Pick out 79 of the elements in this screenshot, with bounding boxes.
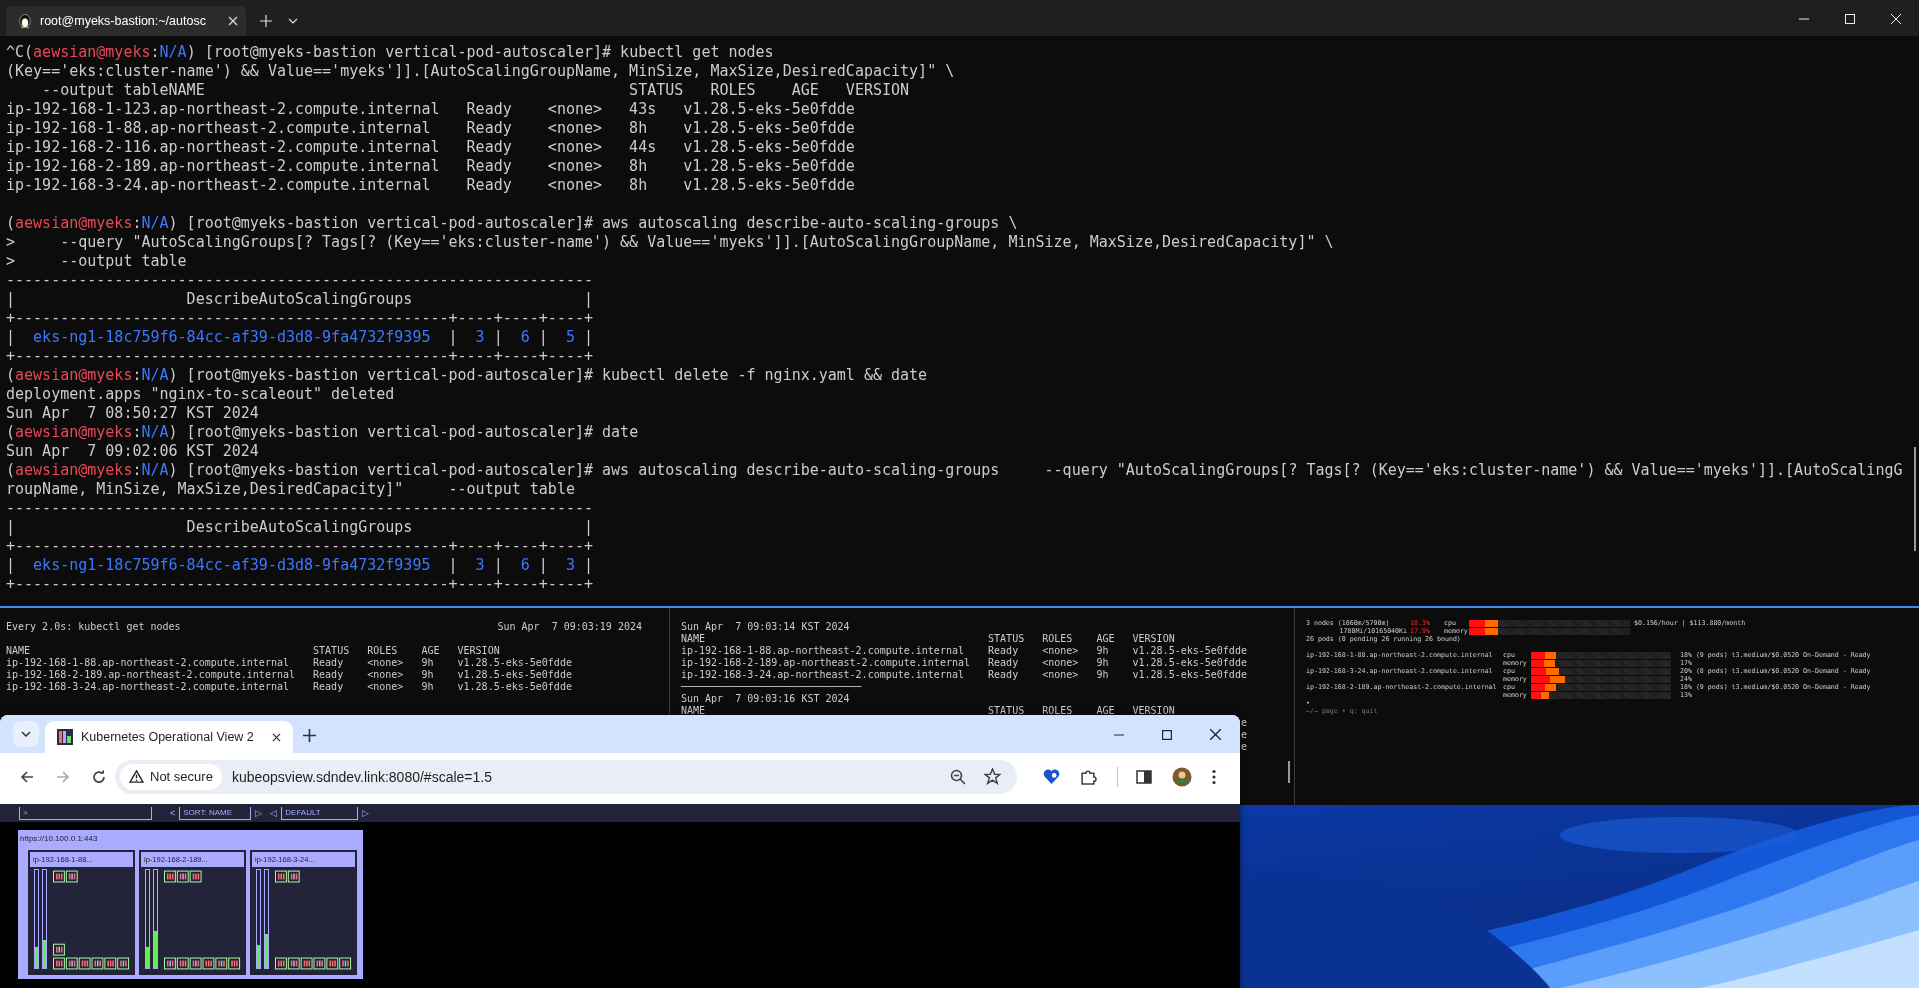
cluster-url: https://10.100.0.1:443 bbox=[20, 833, 99, 845]
security-chip[interactable]: Not secure bbox=[120, 763, 222, 790]
terminal-line: | DescribeAutoScalingGroups | bbox=[6, 518, 594, 537]
more-icon[interactable] bbox=[1212, 768, 1216, 785]
browser-tab[interactable]: Kubernetes Operational View 2 bbox=[45, 721, 293, 753]
terminal-line: ip-192-168-2-189.ap-northeast-2.compute.internal Ready <none> 9h v1.28.5-eks-5e0fdde bbox=[681, 657, 1248, 669]
terminal-line: | DescribeAutoScalingGroups | bbox=[6, 290, 594, 309]
caret-icon bbox=[21, 731, 31, 737]
terminal-line: ip-192-168-2-189.ap-northeast-2.compute.internal Ready <none> 9h v1.28.5-eks-5e0fdde bbox=[6, 669, 573, 681]
sidebar-icon[interactable] bbox=[1136, 768, 1152, 785]
terminal-line: ^C(aewsian@myeks:N/A) [root@myeks-bastion vertical-pod-autoscaler]# kubectl get nodes bbox=[6, 43, 775, 62]
next-button[interactable]: ▷ bbox=[255, 808, 263, 818]
terminal-line: +------------------------------------------------+----+----+----+ bbox=[6, 537, 594, 556]
filter-field[interactable]: > bbox=[19, 806, 152, 820]
terminal-line: NAME STATUS ROLES AGE VERSION bbox=[681, 705, 1176, 717]
terminal-line: | eks-ng1-18c759f6-84cc-af39-d3d8-9fa4732f9395 | 3 | 6 | 3 | bbox=[6, 556, 594, 575]
terminal-line: > --output table bbox=[6, 252, 188, 271]
terminal-line: ip-192-168-1-88.ap-northeast-2.compute.internal Ready <none> 9h v1.28.5-eks-5e0fdde bbox=[681, 645, 1248, 657]
tab-search-button[interactable] bbox=[13, 721, 39, 747]
terminal-line: ip-192-168-1-88.ap-northeast-2.compute.internal Ready <none> 8h v1.28.5-eks-5e0fdde bbox=[6, 119, 856, 138]
terminal-line: (aewsian@myeks:N/A) [root@myeks-bastion vertical-pod-autoscaler]# kubectl delete -f nginx.yaml && date bbox=[6, 366, 929, 385]
terminal-line: Sun Apr 7 09:03:16 KST 2024 bbox=[681, 693, 851, 705]
terminal-line: +------------------------------------------------+----+----+----+ bbox=[6, 309, 594, 328]
terminal-line: e bbox=[1240, 741, 1247, 752]
terminal-line: --output tableNAME STATUS ROLES AGE VERSION bbox=[41, 81, 911, 100]
terminal-line: e bbox=[1240, 717, 1247, 728]
heart-icon[interactable] bbox=[1043, 768, 1060, 785]
puzzle-icon[interactable] bbox=[1080, 768, 1097, 785]
terminal-tab[interactable]: root@myeks-bastion:~/autosc bbox=[6, 6, 246, 36]
terminal-line: ip-192-168-2-189.ap-northeast-2.compute.internal Ready <none> 8h v1.28.5-eks-5e0fdde bbox=[6, 157, 856, 176]
zoom-out-icon[interactable] bbox=[950, 768, 966, 785]
address-bar[interactable]: Not secure kubeopsview.sdndev.link:8080/#scale=1.5 bbox=[115, 759, 1017, 794]
next-button[interactable]: ▷ bbox=[362, 808, 370, 818]
terminal-line: (aewsian@myeks:N/A) [root@myeks-bastion vertical-pod-autoscaler]# date bbox=[6, 423, 640, 442]
terminal-line: ----------------------------------------------------------------- bbox=[6, 499, 594, 518]
watch-time: Sun Apr 7 09:03:19 2024 bbox=[497, 621, 642, 633]
terminal-line: ip-192-168-1-123.ap-northeast-2.compute.internal Ready <none> 43s v1.28.5-eks-5e0fdde bbox=[6, 100, 856, 119]
terminal-line: ip-192-168-2-116.ap-northeast-2.compute.internal Ready <none> 44s v1.28.5-eks-5e0fdde bbox=[6, 138, 856, 157]
watch-command: Every 2.0s: kubectl get nodes bbox=[6, 621, 181, 633]
penguin-icon bbox=[18, 13, 32, 29]
caret-icon[interactable] bbox=[288, 18, 298, 24]
terminal-line: deployment.apps "nginx-to-scaleout" deleted bbox=[6, 385, 396, 404]
terminal-line: > --query "AutoScalingGroups[? Tags[? (Key=='eks:cluster-name') && Value=='myeks']].[AutoScalingGroupName, MinSize, MaxSize,DesiredCapacity]" \ bbox=[6, 233, 1335, 252]
terminal-line: ip-192-168-1-88.ap-northeast-2.compute.internal Ready <none> 9h v1.28.5-eks-5e0fdde bbox=[6, 657, 573, 669]
star-icon[interactable] bbox=[984, 768, 1001, 785]
terminal-line: NAME STATUS ROLES AGE VERSION bbox=[6, 645, 501, 657]
reload-icon[interactable] bbox=[91, 768, 107, 785]
back-icon[interactable] bbox=[19, 768, 35, 785]
terminal-line: Sun Apr 7 09:02:06 KST 2024 bbox=[6, 442, 260, 461]
terminal-line: roupName, MinSize, MaxSize,DesiredCapacity]" --output table bbox=[6, 480, 576, 499]
maximize-icon[interactable] bbox=[1162, 730, 1172, 740]
terminal-line: ip-192-168-3-24.ap-northeast-2.compute.internal Ready <none> 9h v1.28.5-eks-5e0fdde bbox=[681, 669, 1248, 681]
terminal-line: NAME STATUS ROLES AGE VERSION bbox=[681, 633, 1176, 645]
terminal-line: e bbox=[1240, 729, 1247, 740]
scrollbar[interactable] bbox=[1914, 447, 1916, 551]
warning-icon bbox=[129, 770, 144, 783]
separator-line: ────────────────────────────── bbox=[681, 681, 862, 692]
terminal-line: ip-192-168-3-24.ap-northeast-2.compute.internal Ready <none> 8h v1.28.5-eks-5e0fdde bbox=[6, 176, 856, 195]
sort-field[interactable]: SORT: NAME bbox=[179, 806, 252, 820]
terminal-line: (aewsian@myeks:N/A) [root@myeks-bastion vertical-pod-autoscaler]# aws autoscaling describe-auto-scaling-groups \ bbox=[6, 214, 1019, 233]
theme-field[interactable]: DEFAULT bbox=[281, 806, 359, 820]
close-icon[interactable] bbox=[1210, 729, 1221, 740]
terminal-line: (aewsian@myeks:N/A) [root@myeks-bastion vertical-pod-autoscaler]# aws autoscaling describe-auto-scaling-groups --query "AutoScalingGroups[? Tags[? (Key=='eks:cluster-name') && Value=='myeks']].[AutoScalingG bbox=[6, 461, 1904, 480]
scrollbar[interactable] bbox=[1288, 761, 1290, 783]
avatar-icon[interactable] bbox=[1172, 766, 1192, 787]
terminal-line: Sun Apr 7 08:50:27 KST 2024 bbox=[6, 404, 260, 423]
previous-button[interactable]: < bbox=[170, 808, 176, 818]
terminal-line: +------------------------------------------------+----+----+----+ bbox=[6, 575, 594, 594]
terminal-line: Sun Apr 7 09:03:14 KST 2024 bbox=[681, 621, 851, 633]
terminal-line: +------------------------------------------------+----+----+----+ bbox=[6, 347, 594, 366]
close-icon[interactable] bbox=[272, 732, 281, 742]
url-text: kubeopsview.sdndev.link:8080/#scale=1.5 bbox=[231, 768, 492, 785]
terminal-line: | eks-ng1-18c759f6-84cc-af39-d3d8-9fa4732f9395 | 3 | 6 | 5 | bbox=[6, 328, 594, 347]
terminal-line: ip-192-168-3-24.ap-northeast-2.compute.internal Ready <none> 9h v1.28.5-eks-5e0fdde bbox=[6, 681, 573, 693]
grid-icon bbox=[57, 729, 73, 745]
new-tab-icon[interactable] bbox=[303, 729, 316, 742]
previous-button[interactable]: ◁ bbox=[270, 808, 278, 818]
terminal-line: ----------------------------------------------------------------- bbox=[6, 271, 594, 290]
terminal-line: (Key=='eks:cluster-name') && Value=='myeks']].[AutoScalingGroupName, MinSize, MaxSize,DesiredCapacity]" \ bbox=[6, 62, 956, 81]
